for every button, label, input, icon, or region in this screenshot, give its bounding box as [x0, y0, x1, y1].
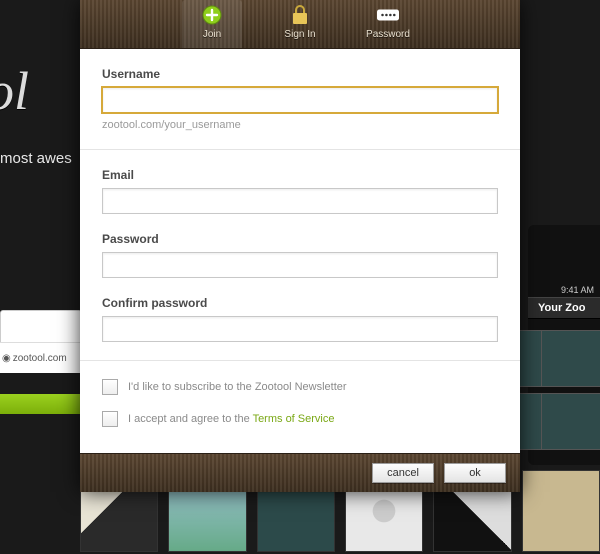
tab-password[interactable]: Password [358, 0, 418, 48]
tos-label-wrap: I accept and agree to the Terms of Servi… [128, 413, 334, 425]
tab-join-label: Join [203, 29, 221, 40]
tos-prefix: I accept and agree to the [128, 413, 253, 425]
username-input[interactable] [102, 87, 498, 113]
email-input[interactable] [102, 188, 498, 214]
tab-signin-label: Sign In [284, 29, 315, 40]
tos-row: I accept and agree to the Terms of Servi… [102, 411, 498, 427]
tab-join[interactable]: Join [182, 0, 242, 48]
email-label: Email [102, 168, 498, 182]
newsletter-label: I'd like to subscribe to the Zootool New… [128, 381, 347, 393]
ok-button[interactable]: ok [444, 463, 506, 483]
join-icon [201, 4, 223, 26]
confirm-password-label: Confirm password [102, 296, 498, 310]
lock-icon [289, 4, 311, 26]
tab-password-label: Password [366, 29, 410, 40]
field-email: Email [102, 168, 498, 214]
signup-form: Username zootool.com/your_username Email… [80, 49, 520, 453]
tab-signin[interactable]: Sign In [270, 0, 330, 48]
bg-phone-title: Your Zoo [528, 297, 600, 319]
username-label: Username [102, 67, 498, 81]
bg-green-bar [0, 394, 80, 414]
newsletter-checkbox[interactable] [102, 379, 118, 395]
field-confirm-password: Confirm password [102, 296, 498, 342]
signup-modal: Join Sign In Password Username zootool.c… [80, 0, 520, 492]
username-hint: zootool.com/your_username [102, 119, 498, 131]
modal-footer: cancel ok [80, 453, 520, 492]
bg-tagline-fragment: most awes [0, 150, 72, 167]
bg-phone-time: 9:41 AM [528, 225, 600, 297]
modal-tabs-bar: Join Sign In Password [80, 0, 520, 49]
password-dots-icon [377, 4, 399, 26]
field-password: Password [102, 232, 498, 278]
newsletter-row: I'd like to subscribe to the Zootool New… [102, 379, 498, 395]
globe-icon: ◉ [2, 353, 11, 364]
bg-address-bar: ◉ zootool.com [0, 342, 82, 373]
bg-logo-fragment: ool [0, 60, 29, 122]
divider [80, 149, 520, 150]
divider [80, 360, 520, 361]
bg-address-text: zootool.com [13, 353, 67, 364]
tos-checkbox[interactable] [102, 411, 118, 427]
password-label: Password [102, 232, 498, 246]
cancel-button[interactable]: cancel [372, 463, 434, 483]
password-input[interactable] [102, 252, 498, 278]
field-username: Username zootool.com/your_username [102, 67, 498, 131]
confirm-password-input[interactable] [102, 316, 498, 342]
tos-link[interactable]: Terms of Service [253, 413, 335, 425]
